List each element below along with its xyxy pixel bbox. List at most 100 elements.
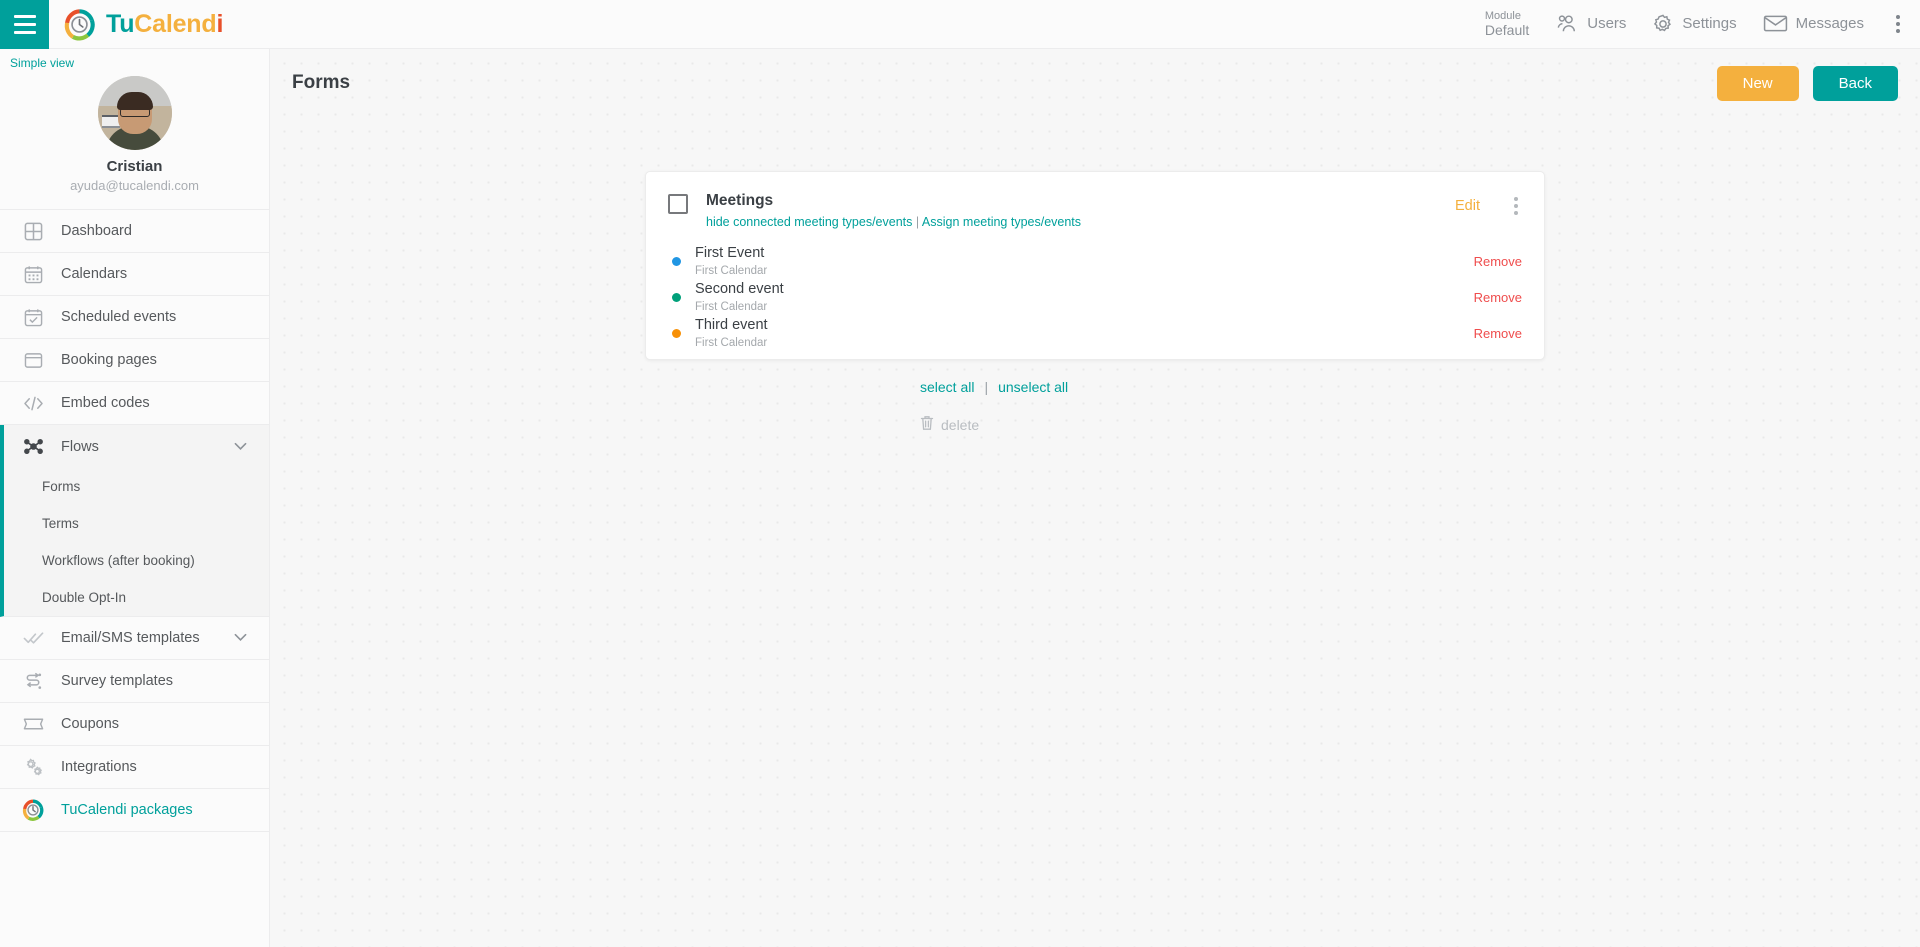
remove-button[interactable]: Remove [1474,254,1522,269]
module-label: Module [1484,9,1521,22]
form-card-titles: Meetings hide connected meeting types/ev… [706,192,1081,229]
sidebar-item-label: Calendars [61,266,128,282]
sidebar-item-dashboard[interactable]: Dashboard [0,210,269,253]
module-selector[interactable]: Module Default [1485,10,1529,39]
calendar-icon [22,263,44,285]
select-all-link[interactable]: select all [920,379,974,395]
chevron-down-icon[interactable] [234,439,247,455]
chevron-down-icon[interactable] [234,630,247,646]
hamburger-line [13,14,36,18]
sidebar-item-label: Integrations [61,759,137,775]
sidebar-nav: Dashboard Calendars Scheduled events Boo… [0,209,269,832]
event-color-dot [672,292,681,302]
sidebar-item-scheduled-events[interactable]: Scheduled events [0,296,269,339]
window-icon [22,349,44,371]
top-bar-right: Module Default Users Settings Messages [1485,10,1920,39]
calendar-check-icon [22,306,44,328]
topbar-item-label: Messages [1795,15,1864,33]
sidebar-item-label: Scheduled events [61,309,177,325]
remove-button[interactable]: Remove [1474,290,1522,305]
sidebar-item-embed-codes[interactable]: Embed codes [0,382,269,425]
sidebar-item-coupons[interactable]: Coupons [0,703,269,746]
sidebar-subitem-double-opt-in[interactable]: Double Opt-In [4,579,269,616]
sidebar-item-label: TuCalendi packages [61,802,193,818]
event-name: First Event [695,245,765,262]
envelope-icon [1763,14,1788,33]
header-buttons: New Back [1716,65,1898,101]
hide-connected-link[interactable]: hide connected meeting types/events [706,215,912,229]
dashboard-grid-icon [22,220,44,242]
kebab-dot [1896,21,1900,26]
trash-icon [920,415,934,434]
topbar-item-settings[interactable]: Settings [1652,13,1737,35]
tucalendi-logo-icon [63,8,96,41]
sidebar-item-survey-templates[interactable]: Survey templates [0,660,269,703]
users-icon [1555,14,1579,34]
gear-icon [1652,13,1674,35]
bulk-select-controls: select all | unselect all [920,379,1068,395]
kebab-dot [1514,211,1518,215]
bulk-separator: | [984,379,989,395]
hamburger-line [13,22,36,26]
form-title: Meetings [706,192,774,209]
sidebar-item-label: Dashboard [61,223,132,239]
sidebar-item-label: Booking pages [61,352,157,368]
page-title: Forms [292,72,351,93]
sidebar-item-label: Survey templates [61,673,174,689]
brand-part-i: i [216,9,224,38]
form-card-actions: Edit [1455,192,1522,217]
hamburger-icon[interactable] [0,0,49,49]
module-value: Default [1484,22,1530,39]
sidebar-group-flows: Flows Forms Terms Workflows (after booki… [0,425,269,617]
survey-flow-icon [22,670,44,692]
sidebar-subitem-workflows[interactable]: Workflows (after booking) [4,542,269,579]
event-name: Second event [695,281,784,298]
topbar-item-users[interactable]: Users [1555,14,1626,34]
sidebar-item-integrations[interactable]: Integrations [0,746,269,789]
sidebar-subitem-forms[interactable]: Forms [4,468,269,505]
sidebar-item-label: Flows [61,438,99,455]
unselect-all-link[interactable]: unselect all [998,379,1068,395]
sidebar-item-tucalendi-packages[interactable]: TuCalendi packages [0,789,269,832]
checkbox-unchecked-icon[interactable] [668,194,688,214]
event-color-dot [672,328,681,338]
main-content: Forms New Back Meetings hide connected m… [270,49,1920,947]
kebab-menu-icon[interactable] [1510,195,1522,217]
sidebar-item-flows[interactable]: Flows [4,425,269,468]
gears-icon [22,756,44,778]
sidebar-item-calendars[interactable]: Calendars [0,253,269,296]
sidebar-item-email-sms-templates[interactable]: Email/SMS templates [0,617,269,660]
form-links: hide connected meeting types/events | As… [706,215,1081,229]
profile-name: Cristian [106,158,163,175]
tucalendi-logo-icon [22,799,44,821]
sidebar-subitem-terms[interactable]: Terms [4,505,269,542]
event-name: Third event [695,317,768,334]
event-texts: First Event First Calendar [695,243,767,278]
brand-logo-area[interactable]: TuCalendi [63,8,223,41]
event-calendar: First Calendar [695,301,768,314]
sidebar-item-label: Email/SMS templates [61,630,200,646]
sidebar: Simple view Cristian ayuda@tucalendi.com… [0,49,270,947]
brand-part-tu: Tu [106,9,135,38]
kebab-menu-icon[interactable] [1890,11,1906,37]
simple-view-toggle[interactable]: Simple view [0,49,269,72]
back-button[interactable]: Back [1812,65,1898,101]
new-button[interactable]: New [1716,65,1799,101]
kebab-dot [1514,197,1518,201]
assign-meeting-types-link[interactable]: Assign meeting types/events [922,215,1081,229]
main-header: Forms New Back [270,49,1920,101]
brand-part-calend: Calend [134,9,217,38]
edit-button[interactable]: Edit [1455,198,1480,214]
table-row: First Event First Calendar Remove [646,243,1544,279]
event-calendar: First Calendar [695,265,768,278]
remove-button[interactable]: Remove [1474,326,1522,341]
delete-button[interactable]: delete [920,415,979,434]
topbar-item-messages[interactable]: Messages [1763,14,1864,33]
brand-title: TuCalendi [106,10,223,39]
sidebar-item-label: Coupons [61,716,120,732]
sidebar-item-booking-pages[interactable]: Booking pages [0,339,269,382]
topbar-item-label: Users [1587,15,1627,33]
avatar-hair [116,92,153,110]
code-brackets-icon [22,392,44,414]
top-bar: TuCalendi Module Default Users Settings … [0,0,1920,49]
